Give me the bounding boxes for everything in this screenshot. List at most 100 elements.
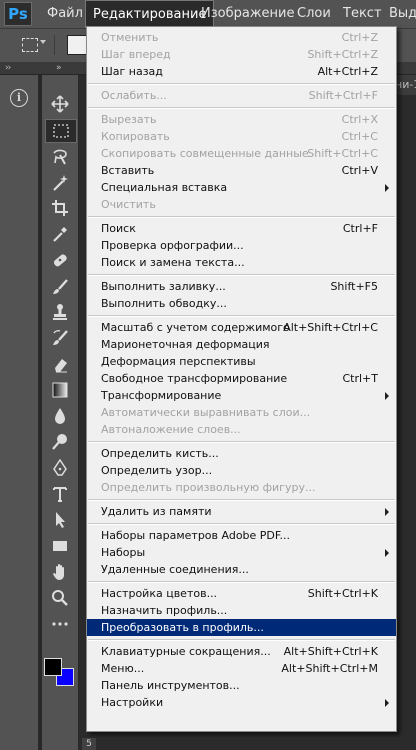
menu-item[interactable]: Проверка орфографии... [87,237,396,254]
menu-separator [88,441,395,443]
hand-tool-icon[interactable] [45,561,75,583]
menu-item[interactable]: Назначить профиль... [87,602,396,619]
menu-item[interactable]: Шаг вперед Shift+Ctrl+Z [87,46,396,63]
menu-item[interactable]: Клавиатурные сокращения... Alt+Shift+Ctrl… [87,643,396,660]
menu-item[interactable]: Панель инструментов... [87,677,396,694]
magic-wand-tool-icon[interactable] [45,172,75,194]
menu-item-label: Автоналожение слоев... [101,423,241,436]
healing-brush-tool-icon[interactable] [45,249,75,271]
menu-item[interactable]: Автоматически выравнивать слои... [87,404,396,421]
info-icon[interactable]: i [10,89,28,107]
menu-item[interactable]: Специальная вставка [87,179,396,196]
clone-stamp-tool-icon[interactable] [45,301,75,323]
menu-item-label: Отменить [101,31,159,44]
dodge-tool-icon[interactable] [45,431,75,453]
menu-item[interactable]: Меню... Alt+Shift+Ctrl+M [87,660,396,677]
expand-panels-icon[interactable]: ›› [5,63,11,73]
menu-item-label: Ослабить... [101,89,167,102]
menu-item[interactable]: Поиск Ctrl+F [87,220,396,237]
crop-tool-icon[interactable] [45,197,75,219]
menu-item[interactable]: Наборы параметров Adobe PDF... [87,527,396,544]
menu-item-label: Специальная вставка [101,181,228,194]
menu-item[interactable]: Марионеточная деформация [87,336,396,353]
menu-item[interactable]: Автоналожение слоев... [87,421,396,438]
menu-item-shortcut: Ctrl+F [342,222,378,235]
blur-tool-icon[interactable] [45,405,75,427]
submenu-arrow-icon [385,549,389,557]
menu-item-label: Деформация перспективы [101,355,256,368]
menu-separator [88,216,395,218]
path-selection-tool-icon[interactable] [45,509,75,531]
menu-item-shortcut: Alt+Ctrl+Z [317,65,378,78]
menu-type[interactable]: Текст [336,0,389,28]
rectangle-tool-icon[interactable] [45,535,75,557]
menu-item[interactable]: Определить узор... [87,462,396,479]
menu-item[interactable]: Очистить [87,196,396,213]
page-indicator: 5 [82,738,96,750]
menu-item[interactable]: Определить произвольную фигуру... [87,479,396,496]
zoom-tool-icon[interactable] [45,587,75,609]
menu-item[interactable]: Выполнить заливку... Shift+F5 [87,278,396,295]
menu-item[interactable]: Масштаб с учетом содержимого Alt+Shift+Ct… [87,319,396,336]
chevron-down-icon[interactable] [40,40,46,44]
menu-item-shortcut: Shift+Ctrl+K [307,587,378,600]
menu-separator [88,581,395,583]
type-tool-icon[interactable] [45,483,75,505]
menu-item-label: Очистить [101,198,156,211]
menu-item[interactable]: Отменить Ctrl+Z [87,29,396,46]
menu-item[interactable]: Преобразовать в профиль... [87,619,396,636]
photoshop-logo[interactable]: Ps [4,2,32,26]
menu-item-label: Меню... [101,662,145,675]
history-brush-tool-icon[interactable] [45,327,75,349]
brush-tool-icon[interactable] [45,276,75,298]
menu-item[interactable]: Наборы [87,544,396,561]
menu-separator [88,315,395,317]
menu-item[interactable]: Ослабить... Shift+Ctrl+F [87,87,396,104]
gradient-tool-icon[interactable] [45,379,75,401]
menu-item[interactable]: Выполнить обводку... [87,295,396,312]
move-tool-icon[interactable] [45,93,75,115]
menu-item[interactable]: Вставить Ctrl+V [87,162,396,179]
menu-item-label: Трансформирование [101,389,222,402]
menu-item[interactable]: Настройки [87,694,396,711]
menu-item-shortcut: Shift+Ctrl+Z [307,48,378,61]
document-tab[interactable]: ни-1 [395,75,416,95]
menu-item-label: Скопировать совмещенные данные [101,147,309,160]
menu-item[interactable]: Свободное трансформирование Ctrl+T [87,370,396,387]
menu-item[interactable]: Поиск и замена текста... [87,254,396,271]
more-tools-icon[interactable] [45,613,75,635]
menu-separator [88,499,395,501]
pen-tool-icon[interactable] [45,457,75,479]
menu-separator [88,523,395,525]
menu-item[interactable]: Копировать Ctrl+C [87,128,396,145]
eyedropper-tool-icon[interactable] [45,223,75,245]
menu-select[interactable]: Выде [382,0,416,28]
menu-item[interactable]: Определить кисть... [87,445,396,462]
menu-item[interactable]: Скопировать совмещенные данные Shift+Ctrl… [87,145,396,162]
menu-item[interactable]: Удалить из памяти [87,503,396,520]
menu-layers[interactable]: Слои [290,0,338,28]
lasso-tool-icon[interactable] [45,146,75,168]
menu-item-label: Преобразовать в профиль... [101,621,264,634]
menu-item[interactable]: Вырезать Ctrl+X [87,111,396,128]
marquee-preset-icon[interactable] [22,38,38,52]
menu-item[interactable]: Деформация перспективы [87,353,396,370]
foreground-color-swatch[interactable] [44,658,62,676]
submenu-arrow-icon [385,508,389,516]
eraser-tool-icon[interactable] [45,353,75,375]
collapse-toolbar-icon[interactable]: » [56,63,61,73]
menu-item[interactable]: Настройка цветов... Shift+Ctrl+K [87,585,396,602]
options-divider [54,35,55,55]
menu-item[interactable]: Шаг назад Alt+Ctrl+Z [87,63,396,80]
menu-item-shortcut: Alt+Shift+Ctrl+C [283,321,378,334]
menu-item-label: Удалить из памяти [101,505,212,518]
menu-item-label: Проверка орфографии... [101,239,244,252]
menu-separator [88,107,395,109]
menu-file[interactable]: Файл [40,0,90,28]
menu-item-shortcut: Alt+Shift+Ctrl+M [281,662,378,675]
menu-item[interactable]: Удаленные соединения... [87,561,396,578]
menu-item[interactable]: Трансформирование [87,387,396,404]
new-selection-icon[interactable] [67,35,87,55]
marquee-tool-icon[interactable] [45,119,77,143]
menu-image[interactable]: Изображение [194,0,301,28]
